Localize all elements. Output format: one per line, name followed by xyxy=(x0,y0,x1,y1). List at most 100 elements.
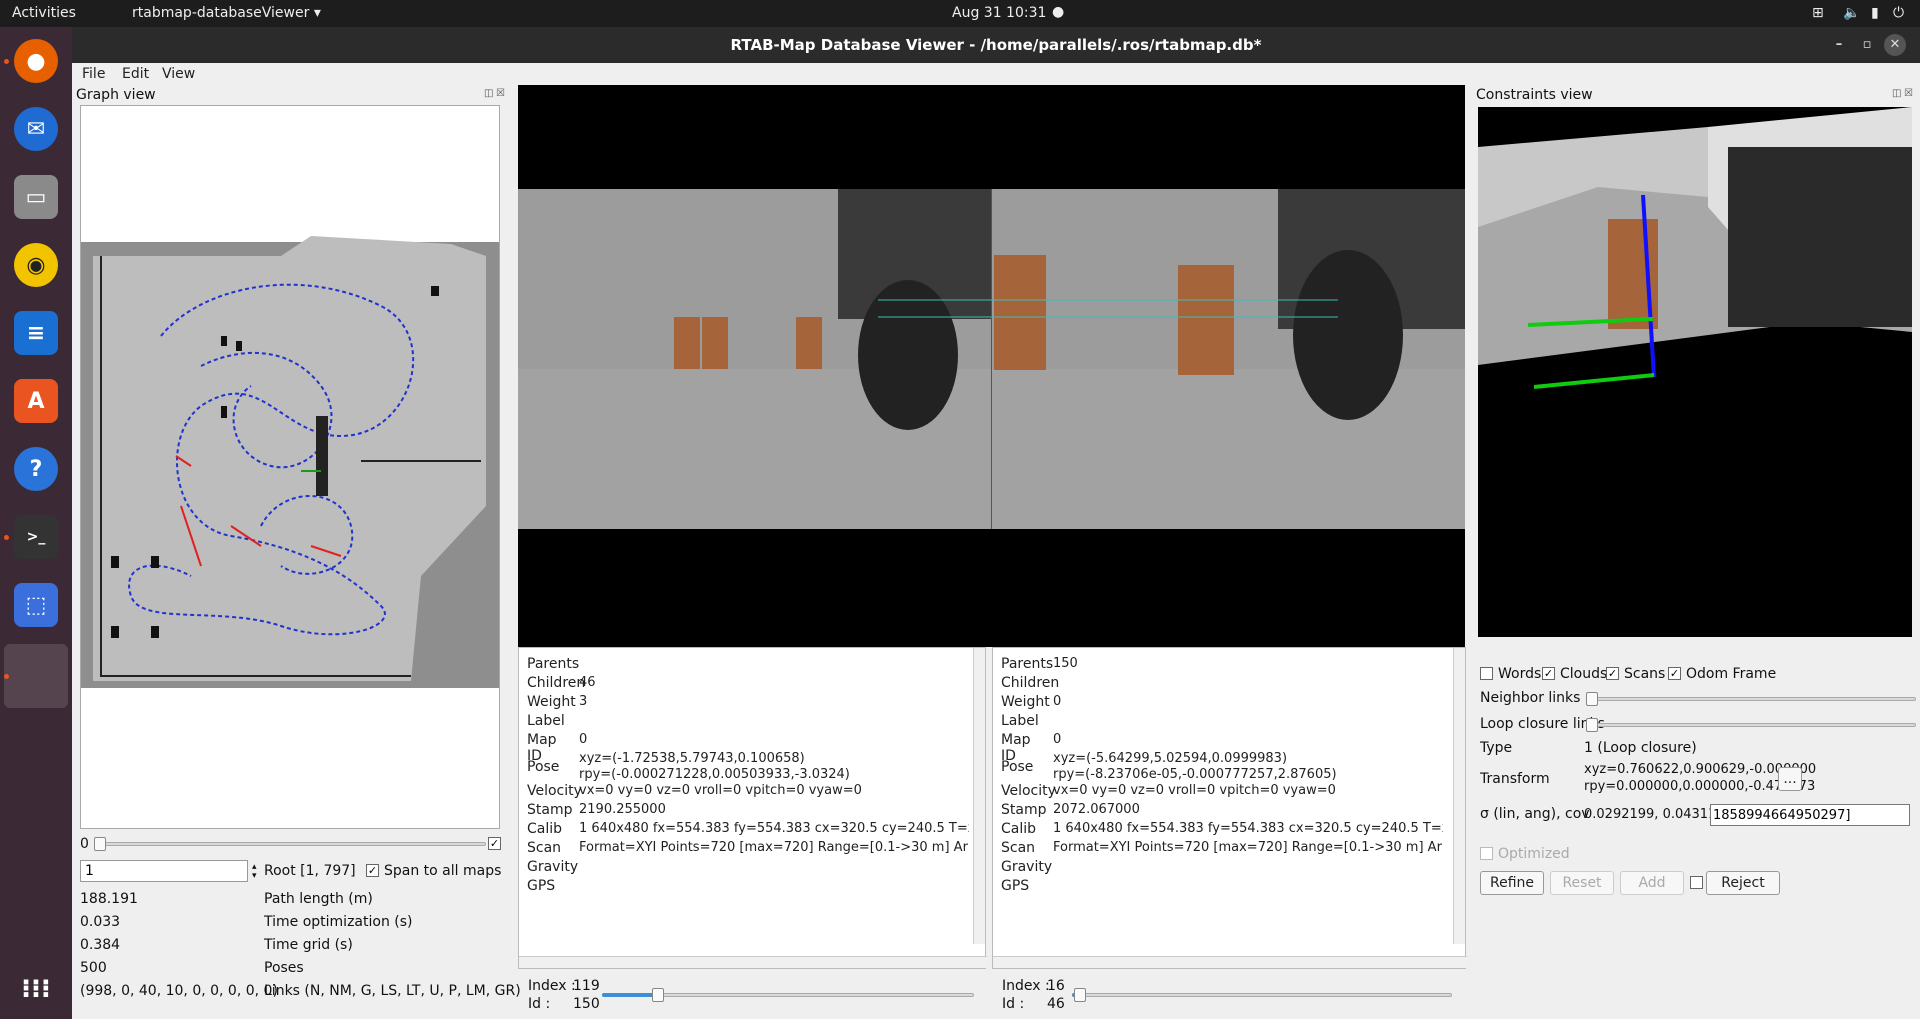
network-icon[interactable]: ⊞ xyxy=(1812,5,1824,21)
info-value: 1 640x480 fx=554.383 fy=554.383 cx=320.5… xyxy=(579,821,969,836)
path-length-value: 188.191 xyxy=(80,891,138,907)
type-label: Type xyxy=(1480,740,1513,756)
scans-label: Scans xyxy=(1624,666,1666,682)
root-input[interactable] xyxy=(80,860,248,882)
reject-option-checkbox[interactable] xyxy=(1690,876,1703,889)
info-key: Parents xyxy=(1001,656,1054,672)
firefox-icon[interactable]: ● xyxy=(14,39,58,83)
image-view[interactable] xyxy=(518,85,1465,647)
running-indicator xyxy=(4,535,9,540)
node-a-id-label: Id : xyxy=(528,996,551,1012)
transform-edit-button[interactable]: ... xyxy=(1778,767,1802,791)
info-value: 2072.067000 xyxy=(1053,802,1140,817)
node-b-info-panel[interactable]: Parents 150 Children Weight 0 Label Map ID 0 Pos… xyxy=(992,647,1467,969)
spin-arrows-icon[interactable]: ▴ ▾ xyxy=(252,863,257,881)
running-indicator xyxy=(4,59,9,64)
path-length-label: Path length (m) xyxy=(264,891,373,907)
node-a-vscroll[interactable] xyxy=(973,648,985,944)
float-icon[interactable]: ◫ xyxy=(484,88,493,99)
scans-checkbox[interactable]: ✓ xyxy=(1606,667,1619,680)
type-value: 1 (Loop closure) xyxy=(1584,740,1697,756)
graph-slider[interactable] xyxy=(96,842,486,846)
info-key: Label xyxy=(527,713,565,729)
info-value: 46 xyxy=(579,675,596,690)
node-b-slider[interactable] xyxy=(1072,993,1452,997)
volume-icon[interactable]: 🔈 xyxy=(1843,5,1860,21)
info-value: 150 xyxy=(1053,656,1078,671)
info-key: Pose xyxy=(527,759,560,775)
info-key: Gravity xyxy=(527,859,579,875)
node-a-slider-handle[interactable] xyxy=(652,988,664,1002)
covariance-input[interactable] xyxy=(1710,804,1910,826)
loop-closure-links-slider-handle[interactable] xyxy=(1586,718,1598,732)
graph-view-dock: Graph view ◫ ☒ 0 ✓ 1 ▴ ▾ Root [1, 797] ✓… xyxy=(72,85,521,1019)
add-button[interactable]: Add xyxy=(1620,871,1684,895)
neighbor-links-slider-handle[interactable] xyxy=(1586,692,1598,706)
terminal-icon[interactable]: >_ xyxy=(14,515,58,559)
app-menu[interactable]: rtabmap-databaseViewer ▾ xyxy=(132,5,321,21)
optimized-checkbox[interactable] xyxy=(1480,847,1493,860)
graph-slider-min: 0 xyxy=(80,836,89,852)
close-dock-icon[interactable]: ☒ xyxy=(496,88,505,99)
menu-edit[interactable]: Edit xyxy=(122,66,149,82)
menu-bar: File Edit View xyxy=(72,63,1920,85)
node-b-hscroll[interactable] xyxy=(993,956,1467,968)
software-icon[interactable]: A xyxy=(14,379,58,423)
active-app-slot[interactable] xyxy=(4,644,68,708)
info-value: 0 xyxy=(579,732,588,747)
reset-button[interactable]: Reset xyxy=(1550,871,1614,895)
info-value-line2: rpy=(-8.23706e-05,-0.000777257,2.87605) xyxy=(1053,767,1337,782)
graph-slider-checkbox[interactable]: ✓ xyxy=(488,837,501,850)
node-b-slider-handle[interactable] xyxy=(1074,988,1086,1002)
app-name: rtabmap-databaseViewer xyxy=(132,5,310,21)
constraints-view-dock: Constraints view ◫ ☒ Words ✓ Clouds ✓ Sc… xyxy=(1472,85,1920,1019)
writer-icon[interactable]: ≡ xyxy=(14,311,58,355)
float-icon[interactable]: ◫ xyxy=(1892,88,1901,99)
running-indicator xyxy=(4,674,9,679)
clock[interactable]: Aug 31 10:31 xyxy=(952,5,1046,21)
info-key: Scan xyxy=(1001,840,1036,856)
battery-icon[interactable]: ▮ xyxy=(1871,5,1879,21)
app-grid-icon[interactable]: ⁝⁝⁝ xyxy=(14,967,58,1011)
neighbor-links-label: Neighbor links xyxy=(1480,690,1581,706)
loop-closure-links-slider[interactable] xyxy=(1588,723,1916,727)
info-value: 3 xyxy=(579,694,588,709)
info-value: 1 640x480 fx=554.383 fy=554.383 cx=320.5… xyxy=(1053,821,1443,836)
power-icon[interactable]: ⏻ xyxy=(1893,5,1904,21)
menu-file[interactable]: File xyxy=(82,66,105,82)
constraints-3d-view[interactable] xyxy=(1478,107,1912,637)
menu-view[interactable]: View xyxy=(162,66,195,82)
span-all-maps-checkbox[interactable]: ✓ xyxy=(366,864,379,877)
thunderbird-icon[interactable]: ✉ xyxy=(14,107,58,151)
node-a-hscroll[interactable] xyxy=(519,956,987,968)
files-icon[interactable]: ▭ xyxy=(14,175,58,219)
close-icon[interactable]: ✕ xyxy=(1884,34,1906,56)
neighbor-links-slider[interactable] xyxy=(1588,697,1916,701)
info-key: Calib xyxy=(527,821,563,837)
screenshot-icon[interactable]: ⬚ xyxy=(14,583,58,627)
close-dock-icon[interactable]: ☒ xyxy=(1904,88,1913,99)
clouds-checkbox[interactable]: ✓ xyxy=(1542,667,1555,680)
node-a-info-panel[interactable]: Parents Children 46 Weight 3 Label Map ID 0 Pose… xyxy=(518,647,987,969)
reject-button[interactable]: Reject xyxy=(1706,871,1780,895)
graph-slider-handle[interactable] xyxy=(94,837,106,851)
odom-frame-label: Odom Frame xyxy=(1686,666,1777,682)
info-value: 0 xyxy=(1053,732,1062,747)
maximize-icon[interactable]: ▫ xyxy=(1856,34,1878,56)
activities-button[interactable]: Activities xyxy=(12,5,76,21)
node-a-slider-fill xyxy=(602,993,658,997)
info-key: Label xyxy=(1001,713,1039,729)
info-value-line2: rpy=(-0.000271228,0.00503933,-3.0324) xyxy=(579,767,850,782)
graph-canvas[interactable] xyxy=(80,105,500,829)
constraints-3d-svg xyxy=(1478,107,1912,389)
refine-button[interactable]: Refine xyxy=(1480,871,1544,895)
links-value: (998, 0, 40, 10, 0, 0, 0, 0, 0) xyxy=(80,983,278,999)
odom-frame-checkbox[interactable]: ✓ xyxy=(1668,667,1681,680)
help-icon[interactable]: ? xyxy=(14,447,58,491)
info-key: Weight xyxy=(1001,694,1050,710)
minimize-icon[interactable]: – xyxy=(1828,34,1850,56)
node-b-vscroll[interactable] xyxy=(1453,648,1465,944)
words-checkbox[interactable] xyxy=(1480,667,1493,680)
info-value: vx=0 vy=0 vz=0 vroll=0 vpitch=0 vyaw=0 xyxy=(1053,783,1336,798)
rhythmbox-icon[interactable]: ◉ xyxy=(14,243,58,287)
